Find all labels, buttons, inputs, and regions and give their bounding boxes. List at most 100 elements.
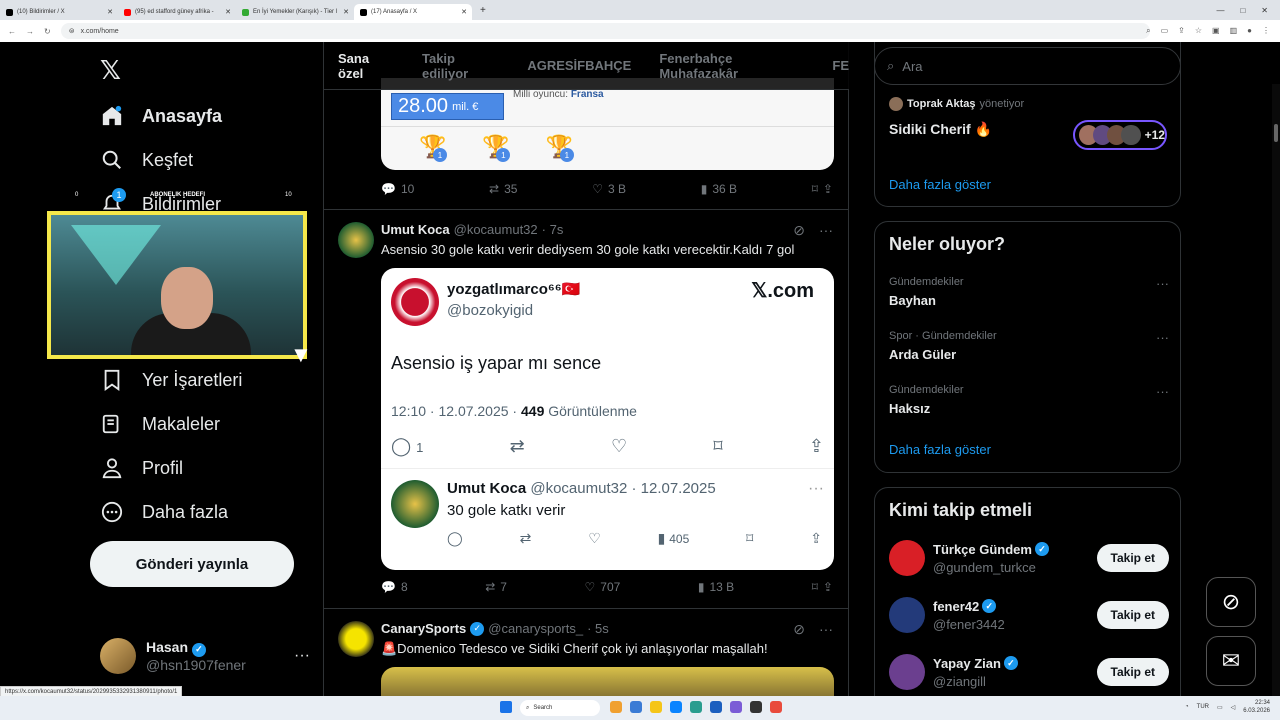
post-button[interactable]: Gönderi yayınla	[90, 541, 294, 587]
more-icon[interactable]: ···	[819, 222, 833, 239]
more-icon[interactable]: ···	[819, 621, 833, 638]
suggested-account[interactable]: Türkçe Gündem ✓ @gundem_turkce Takip et	[889, 540, 1169, 576]
nav-item-articles[interactable]: Makaleler	[100, 412, 220, 436]
app-icon[interactable]	[750, 701, 762, 713]
close-window-icon[interactable]: ✕	[1261, 6, 1268, 15]
close-icon[interactable]: ✕	[461, 8, 467, 16]
bookmark-button[interactable]: ⌑ ⇪	[812, 182, 833, 196]
avatar[interactable]	[338, 222, 374, 258]
app-icon[interactable]	[690, 701, 702, 713]
more-icon[interactable]: ···	[1156, 330, 1169, 345]
scrollbar[interactable]	[1272, 84, 1280, 696]
new-tab-icon[interactable]: +	[472, 5, 486, 16]
suggested-account[interactable]: Yapay Zian ✓ @ziangill Takip et	[889, 654, 1169, 690]
post-time[interactable]: · 7s	[542, 222, 564, 237]
reply-button[interactable]: 💬 10	[381, 182, 414, 196]
grok-icon[interactable]: ⊘	[793, 222, 805, 239]
trend-item[interactable]: Spor · Gündemdekiler Arda Güler ···	[889, 330, 1169, 362]
share-icon[interactable]: ⇪	[1178, 26, 1185, 36]
tab-list-1[interactable]: AGRESİFBAHÇE	[527, 58, 631, 73]
messages-button[interactable]: ✉	[1206, 636, 1256, 686]
author-name[interactable]: Umut Koca	[381, 222, 450, 237]
nav-item-home[interactable]: Anasayfa	[100, 104, 222, 128]
show-more-link[interactable]: Daha fazla göster	[889, 177, 991, 192]
browser-tab[interactable]: En İyi Yemekler (Karışık) - Tier l ✕	[236, 4, 354, 20]
clock[interactable]: 22:34 6.03.2026	[1243, 699, 1270, 715]
minimize-icon[interactable]: —	[1216, 6, 1224, 15]
start-icon[interactable]	[500, 701, 512, 713]
reload-icon[interactable]: ↻	[44, 27, 51, 36]
nav-item-more[interactable]: Daha fazla	[100, 500, 228, 524]
zoom-icon[interactable]: ⌕	[1146, 26, 1150, 36]
close-icon[interactable]: ✕	[107, 8, 113, 16]
app-icon[interactable]	[610, 701, 622, 713]
share-icon[interactable]: ⇪	[823, 580, 833, 594]
close-icon[interactable]: ✕	[225, 8, 231, 16]
grok-button[interactable]: ⊘	[1206, 577, 1256, 627]
reply-button[interactable]: 💬 8	[381, 580, 408, 594]
scrollbar-thumb[interactable]	[1274, 124, 1278, 142]
tab-following[interactable]: Takip ediliyor	[422, 51, 499, 81]
app-icon[interactable]	[630, 701, 642, 713]
repost-button[interactable]: ⇄ 7	[485, 580, 507, 594]
follow-button[interactable]: Takip et	[1096, 658, 1169, 686]
show-more-link[interactable]: Daha fazla göster	[889, 442, 991, 457]
more-icon[interactable]: ···	[1156, 384, 1169, 399]
follow-button[interactable]: Takip et	[1096, 544, 1169, 572]
taskbar-search[interactable]: ⌕ Search	[520, 700, 600, 716]
views-button[interactable]: ▮ 13 B	[698, 580, 734, 594]
nav-item-bookmarks[interactable]: Yer İşaretleri	[100, 368, 242, 392]
trend-item[interactable]: Gündemdekiler Haksız ···	[889, 384, 1169, 416]
bookmark-button[interactable]: ⌑ ⇪	[812, 580, 833, 594]
grok-icon[interactable]: ⊘	[793, 621, 805, 638]
url-field[interactable]: ⊜ x.com/home	[60, 23, 1150, 39]
post[interactable]: CanarySports ✓ @canarysports_ · 5s ⊘ ··· …	[324, 609, 849, 696]
like-button[interactable]: ♡ 707	[585, 580, 621, 594]
trend-item[interactable]: Gündemdekiler Bayhan ···	[889, 276, 1169, 308]
close-icon[interactable]: ✕	[343, 8, 349, 16]
author-handle[interactable]: @canarysports_	[488, 621, 583, 636]
menu-icon[interactable]: ⋮	[1262, 26, 1270, 36]
like-button[interactable]: ♡ 3 B	[592, 182, 626, 196]
community-members[interactable]: +12	[1073, 120, 1167, 150]
maximize-icon[interactable]: □	[1240, 6, 1245, 15]
app-icon[interactable]	[730, 701, 742, 713]
author-name[interactable]: CanarySports	[381, 621, 466, 636]
quoted-image[interactable]: yozgatlımarco⁶⁶🇹🇷 @bozokyigid 𝕏.com Asen…	[381, 268, 834, 570]
community-name[interactable]: Sidiki Cherif 🔥	[889, 121, 992, 138]
post-time[interactable]: · 5s	[587, 621, 609, 636]
browser-tab[interactable]: (95) ed stafford güney afrika - ✕	[118, 4, 236, 20]
account-switcher[interactable]: Hasan ✓ @hsn1907fener ···	[100, 638, 310, 674]
forward-icon[interactable]: →	[26, 27, 34, 36]
repost-button[interactable]: ⇄ 35	[489, 182, 517, 196]
star-icon[interactable]: ☆	[1195, 26, 1202, 36]
views-button[interactable]: ▮ 36 B	[701, 182, 737, 196]
post-media[interactable]: 28.00 mil. € Milli oyuncu: Fransa 🏆 1 🏆 1 🏆…	[381, 78, 834, 170]
language-indicator[interactable]: TUR	[1197, 704, 1209, 710]
profile-icon[interactable]: ●	[1247, 26, 1252, 36]
browser-tab-active[interactable]: (17) Anasayfa / X ✕	[354, 4, 472, 20]
wifi-icon[interactable]: ◔	[1185, 704, 1189, 710]
avatar[interactable]	[338, 621, 374, 657]
tab-list-2[interactable]: Fenerbahçe Muhafazakâr	[659, 51, 804, 81]
cast-icon[interactable]: ▭	[1161, 26, 1169, 36]
x-logo-icon[interactable]: 𝕏	[100, 56, 121, 86]
site-info-icon[interactable]: ⊜	[69, 27, 75, 35]
suggested-account[interactable]: fener42 ✓ @fener3442 Takip et	[889, 597, 1169, 633]
app-icon[interactable]	[710, 701, 722, 713]
share-icon[interactable]: ⇪	[823, 182, 833, 196]
more-icon[interactable]: ···	[294, 647, 310, 665]
author-handle[interactable]: @kocaumut32	[454, 222, 538, 237]
extensions-icon[interactable]: ▣	[1212, 26, 1220, 36]
chrome-icon[interactable]	[770, 701, 782, 713]
nav-item-profile[interactable]: Profil	[100, 456, 183, 480]
more-icon[interactable]: ···	[1156, 276, 1169, 291]
follow-button[interactable]: Takip et	[1096, 601, 1169, 629]
post-media[interactable]	[381, 667, 834, 696]
post[interactable]: Umut Koca @kocaumut32 · 7s ⊘ ··· Asensio …	[324, 210, 849, 609]
folder-icon[interactable]	[650, 701, 662, 713]
network-icon[interactable]: ▭	[1217, 704, 1223, 711]
tab-list-3[interactable]: FE	[832, 58, 849, 73]
nav-item-explore[interactable]: Keşfet	[100, 148, 193, 172]
browser-tab[interactable]: (10) Bildirimler / X ✕	[0, 4, 118, 20]
